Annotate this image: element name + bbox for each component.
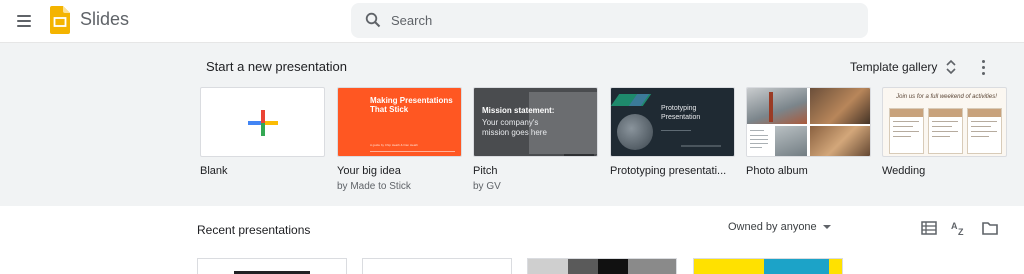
template-your-big-idea[interactable]: Making Presentations That Stick A guide … [337, 87, 462, 192]
template-gallery-label: Template gallery [850, 60, 938, 74]
thumbnail-subtitle: A guide by Chip Heath & Dan Heath [370, 143, 418, 147]
thumbnail-title: Making Presentations That Stick [370, 96, 453, 114]
schedule-column [928, 108, 963, 154]
thumbnail-title: Prototyping Presentation [661, 105, 701, 121]
owner-filter-dropdown[interactable]: Owned by anyone [728, 221, 831, 233]
template-blank[interactable]: Blank [200, 87, 325, 177]
thumbnail-title: Join us for a full weekend of activities… [896, 94, 997, 100]
recent-section: Recent presentations Owned by anyone A Z [0, 207, 1024, 274]
photo-table [810, 126, 870, 156]
main-menu-icon[interactable] [16, 12, 34, 30]
recent-title: Recent presentations [197, 223, 311, 237]
folder-icon[interactable] [981, 219, 999, 237]
monitor-stand [564, 154, 594, 156]
svg-text:Z: Z [958, 227, 964, 237]
more-options-icon[interactable] [976, 57, 992, 77]
thumbnail-title: Mission statement: [482, 106, 555, 115]
recent-file-thumbnail[interactable] [693, 258, 843, 274]
owner-filter-label: Owned by anyone [728, 221, 817, 233]
svg-text:A: A [951, 221, 958, 231]
app-name[interactable]: Slides [80, 9, 129, 30]
template-name: Blank [200, 165, 228, 177]
thumbnail-footer [681, 145, 721, 147]
template-name: Wedding [882, 165, 926, 177]
photo-interior [810, 88, 870, 124]
unfold-icon [946, 59, 956, 75]
schedule-column [889, 108, 924, 154]
template-wedding[interactable]: Join us for a full weekend of activities… [882, 87, 1007, 177]
template-thumbnail[interactable] [200, 87, 325, 157]
thumbnail-divider [370, 151, 455, 152]
photo-caption [747, 126, 773, 156]
section-title: Start a new presentation [206, 59, 347, 74]
thumbnail-body: Your company's mission goes here [482, 118, 547, 137]
photo-bridge [747, 88, 807, 124]
list-view-icon[interactable] [920, 219, 938, 237]
template-gallery-button[interactable]: Template gallery [850, 55, 957, 79]
template-thumbnail[interactable]: Mission statement: Your company's missio… [473, 87, 598, 157]
template-author: by GV [473, 181, 501, 192]
template-thumbnail[interactable]: Prototyping Presentation [610, 87, 735, 157]
search-icon[interactable] [365, 12, 381, 28]
thumbnail-divider [661, 130, 691, 131]
template-name: Photo album [746, 165, 808, 177]
slides-logo-icon[interactable] [50, 6, 70, 34]
template-name: Prototyping presentati... [610, 165, 727, 177]
template-pitch[interactable]: Mission statement: Your company's missio… [473, 87, 598, 192]
template-name: Your big idea [337, 165, 401, 177]
schedule-column [967, 108, 1002, 154]
search-input[interactable] [391, 3, 851, 38]
recent-file-thumbnail[interactable] [362, 258, 512, 274]
template-section: Start a new presentation Template galler… [0, 42, 1024, 206]
search-box[interactable] [351, 3, 868, 38]
template-thumbnail[interactable] [746, 87, 871, 157]
template-author: by Made to Stick [337, 181, 411, 192]
template-name: Pitch [473, 165, 498, 177]
template-prototyping[interactable]: Prototyping Presentation Prototyping pre… [610, 87, 735, 177]
cover-image [617, 114, 653, 150]
template-thumbnail[interactable]: Join us for a full weekend of activities… [882, 87, 1007, 157]
top-bar: Slides [0, 0, 1024, 42]
recent-file-thumbnail[interactable] [527, 258, 677, 274]
plus-icon [248, 110, 278, 136]
photo-landscape [775, 126, 807, 156]
caret-down-icon [822, 225, 831, 229]
template-thumbnail[interactable]: Making Presentations That Stick A guide … [337, 87, 462, 157]
photo-bridge-tower [769, 92, 773, 122]
template-photo-album[interactable]: Photo album [746, 87, 871, 177]
recent-file-thumbnail[interactable] [197, 258, 347, 274]
sort-az-icon[interactable]: A Z [950, 219, 968, 237]
